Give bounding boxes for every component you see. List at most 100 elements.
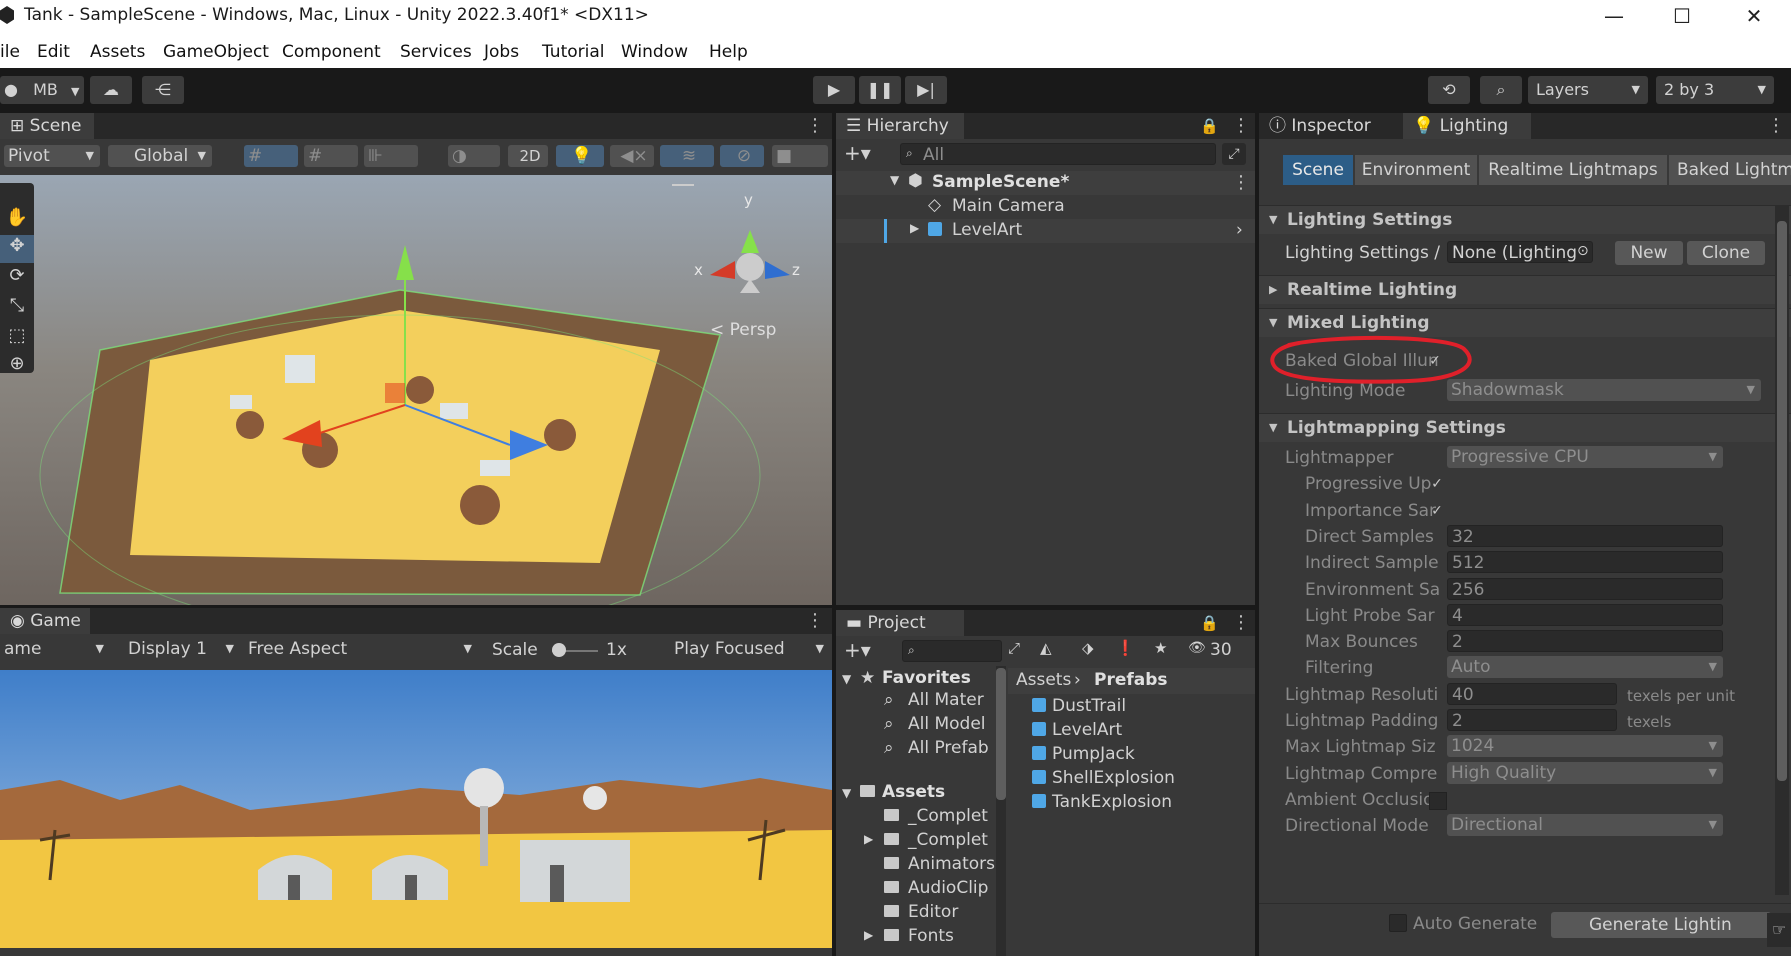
object-picker-icon[interactable]: ⊙ bbox=[1577, 243, 1589, 259]
prefab-item[interactable]: ShellExplosion bbox=[1032, 768, 1175, 788]
menu-file[interactable]: ile bbox=[0, 42, 20, 62]
game-viewport[interactable] bbox=[0, 670, 832, 948]
more-icon[interactable]: ⋮ bbox=[806, 608, 824, 634]
cloud-button[interactable]: ☁ bbox=[90, 76, 132, 104]
expand-icon[interactable]: ▶ bbox=[910, 221, 919, 235]
inspector-scrollbar-thumb[interactable] bbox=[1777, 221, 1787, 781]
global-dropdown[interactable]: Global ▼ bbox=[108, 145, 212, 167]
expand-icon[interactable]: ▼ bbox=[842, 786, 851, 800]
expand-icon[interactable]: ▶ bbox=[864, 832, 873, 846]
minimize-button[interactable]: — bbox=[1584, 2, 1644, 30]
maximize-search-icon[interactable]: ⤢ bbox=[1222, 143, 1246, 165]
setting-field[interactable]: 512 bbox=[1447, 551, 1723, 574]
setting-dropdown[interactable]: Progressive CPU ▼ bbox=[1447, 446, 1723, 468]
prefab-item[interactable]: TankExplosion bbox=[1032, 792, 1172, 812]
favorite-item[interactable]: All Mater bbox=[908, 690, 984, 710]
favorite-item[interactable]: All Prefab bbox=[908, 738, 989, 758]
menu-window[interactable]: Window bbox=[621, 42, 688, 62]
persp-label[interactable]: < Persp bbox=[710, 320, 776, 340]
close-button[interactable]: ✕ bbox=[1724, 2, 1784, 30]
lock-icon[interactable]: 🔒 bbox=[1200, 610, 1219, 636]
increment-snap-toggle[interactable]: # bbox=[304, 145, 358, 167]
breadcrumb-assets[interactable]: Assets bbox=[1016, 670, 1071, 690]
setting-field[interactable]: 256 bbox=[1447, 577, 1723, 600]
new-button[interactable]: New bbox=[1615, 241, 1683, 265]
menu-help[interactable]: Help bbox=[709, 42, 748, 62]
pause-button[interactable]: ❚❚ bbox=[859, 76, 901, 104]
setting-field[interactable]: 2 bbox=[1447, 630, 1723, 653]
move-tool-icon[interactable]: ✥ bbox=[0, 235, 34, 263]
prefab-item[interactable]: LevelArt bbox=[1032, 720, 1122, 740]
expand-icon[interactable]: ▼ bbox=[842, 672, 851, 686]
maximize-search-icon[interactable]: ⤢ bbox=[1008, 639, 1020, 657]
effects-dropdown[interactable]: ≋ bbox=[660, 145, 714, 167]
warning-icon[interactable]: ❗ bbox=[1116, 639, 1135, 657]
pivot-dropdown[interactable]: Pivot ▼ bbox=[4, 145, 100, 167]
game-mode-dropdown[interactable]: ame ▼ bbox=[0, 638, 110, 660]
tab-hierarchy[interactable]: ☰ Hierarchy bbox=[836, 113, 964, 139]
collab-button[interactable]: ⋲ bbox=[142, 76, 184, 104]
layers-dropdown[interactable]: Layers ▼ bbox=[1528, 76, 1648, 104]
project-search-input[interactable] bbox=[902, 640, 1002, 662]
setting-field[interactable]: 4 bbox=[1447, 603, 1723, 626]
filter-type-icon[interactable]: ◭ bbox=[1040, 639, 1052, 657]
hierarchy-item-levelart[interactable]: ▶ LevelArt › bbox=[836, 219, 1255, 243]
mode-2d-toggle[interactable]: 2D bbox=[508, 145, 548, 167]
setting-dropdown[interactable]: Directional ▼ bbox=[1447, 814, 1723, 837]
menu-assets[interactable]: Assets bbox=[90, 42, 145, 62]
menu-gameobject[interactable]: GameObject bbox=[163, 42, 269, 62]
menu-component[interactable]: Component bbox=[282, 42, 381, 62]
setting-field[interactable]: 40 bbox=[1447, 682, 1617, 705]
expand-icon[interactable]: ▼ bbox=[890, 173, 899, 187]
menu-jobs[interactable]: Jobs bbox=[484, 42, 519, 62]
clone-button[interactable]: Clone bbox=[1687, 241, 1765, 265]
tree-scrollbar-thumb[interactable] bbox=[996, 668, 1006, 800]
asset-folder[interactable]: Editor bbox=[908, 902, 958, 922]
favorite-item[interactable]: All Model bbox=[908, 714, 986, 734]
subtab-environment[interactable]: Environment bbox=[1355, 155, 1477, 185]
more-icon[interactable]: ⋮ bbox=[1232, 113, 1250, 139]
more-icon[interactable]: ⋮ bbox=[806, 113, 824, 139]
layout-dropdown[interactable]: 2 by 3 ▼ bbox=[1656, 76, 1774, 104]
undo-history-button[interactable]: ⟲ bbox=[1428, 76, 1470, 104]
chevron-right-icon[interactable]: › bbox=[1236, 220, 1243, 240]
scale-slider-handle[interactable] bbox=[552, 643, 566, 657]
ruler-toggle[interactable]: ⊪ bbox=[364, 145, 418, 167]
section-lightmapping-settings[interactable]: ▼ Lightmapping Settings bbox=[1259, 413, 1791, 442]
setting-dropdown[interactable]: Auto ▼ bbox=[1447, 656, 1723, 679]
subtab-baked-lightmaps[interactable]: Baked Lightm bbox=[1669, 155, 1791, 185]
maximize-button[interactable]: ☐ bbox=[1652, 2, 1712, 30]
play-button[interactable]: ▶ bbox=[813, 76, 855, 104]
section-realtime-lighting[interactable]: ▶ Realtime Lighting bbox=[1259, 275, 1791, 304]
display-dropdown[interactable]: Display 1 ▼ bbox=[124, 638, 240, 660]
add-button[interactable]: +▾ bbox=[844, 141, 871, 165]
tab-project[interactable]: ▬ Project bbox=[836, 610, 964, 636]
label-tag-icon[interactable]: ⬗ bbox=[1082, 639, 1094, 657]
audio-toggle[interactable]: ◀× bbox=[610, 145, 654, 167]
favorites-label[interactable]: Favorites bbox=[882, 668, 971, 688]
tab-scene[interactable]: ⊞ Scene bbox=[0, 113, 94, 139]
play-focused-dropdown[interactable]: Play Focused ▼ bbox=[670, 638, 830, 660]
auto-generate-checkbox[interactable] bbox=[1389, 914, 1407, 932]
search-button[interactable]: ⌕ bbox=[1480, 76, 1522, 104]
step-button[interactable]: ▶| bbox=[905, 76, 947, 104]
subtab-realtime-lightmaps[interactable]: Realtime Lightmaps bbox=[1479, 155, 1667, 185]
scene-row[interactable]: ▼ ⬢ SampleScene* ⋮ bbox=[836, 171, 1255, 195]
scene-viewport[interactable]: y x z < Persp ✋ ✥ ⟳ ⤡ ⬚ ⊕ bbox=[0, 175, 832, 605]
shading-mode-dropdown[interactable]: ◑ bbox=[448, 145, 500, 167]
asset-folder[interactable]: Fonts bbox=[908, 926, 954, 946]
asset-folder[interactable]: AudioClip bbox=[908, 878, 988, 898]
lighting-toggle[interactable]: 💡 bbox=[556, 145, 604, 167]
setting-checkbox[interactable] bbox=[1429, 791, 1447, 810]
menu-edit[interactable]: Edit bbox=[37, 42, 70, 62]
account-dropdown[interactable]: ● MB ▼ bbox=[0, 76, 84, 104]
setting-checkbox[interactable]: ✓ bbox=[1429, 503, 1445, 519]
star-icon[interactable]: ★ bbox=[1154, 639, 1167, 657]
eye-icon[interactable]: 👁 bbox=[1188, 640, 1206, 656]
more-icon[interactable]: ⋮ bbox=[1232, 170, 1250, 196]
breadcrumb-prefabs[interactable]: Prefabs bbox=[1094, 670, 1168, 690]
hidden-objects-toggle[interactable]: ⊘ bbox=[720, 145, 764, 167]
generate-lighting-button[interactable]: Generate Lightin bbox=[1551, 912, 1771, 938]
setting-dropdown[interactable]: 1024 ▼ bbox=[1447, 735, 1723, 758]
transform-tool-icon[interactable]: ⊕ bbox=[0, 353, 34, 374]
